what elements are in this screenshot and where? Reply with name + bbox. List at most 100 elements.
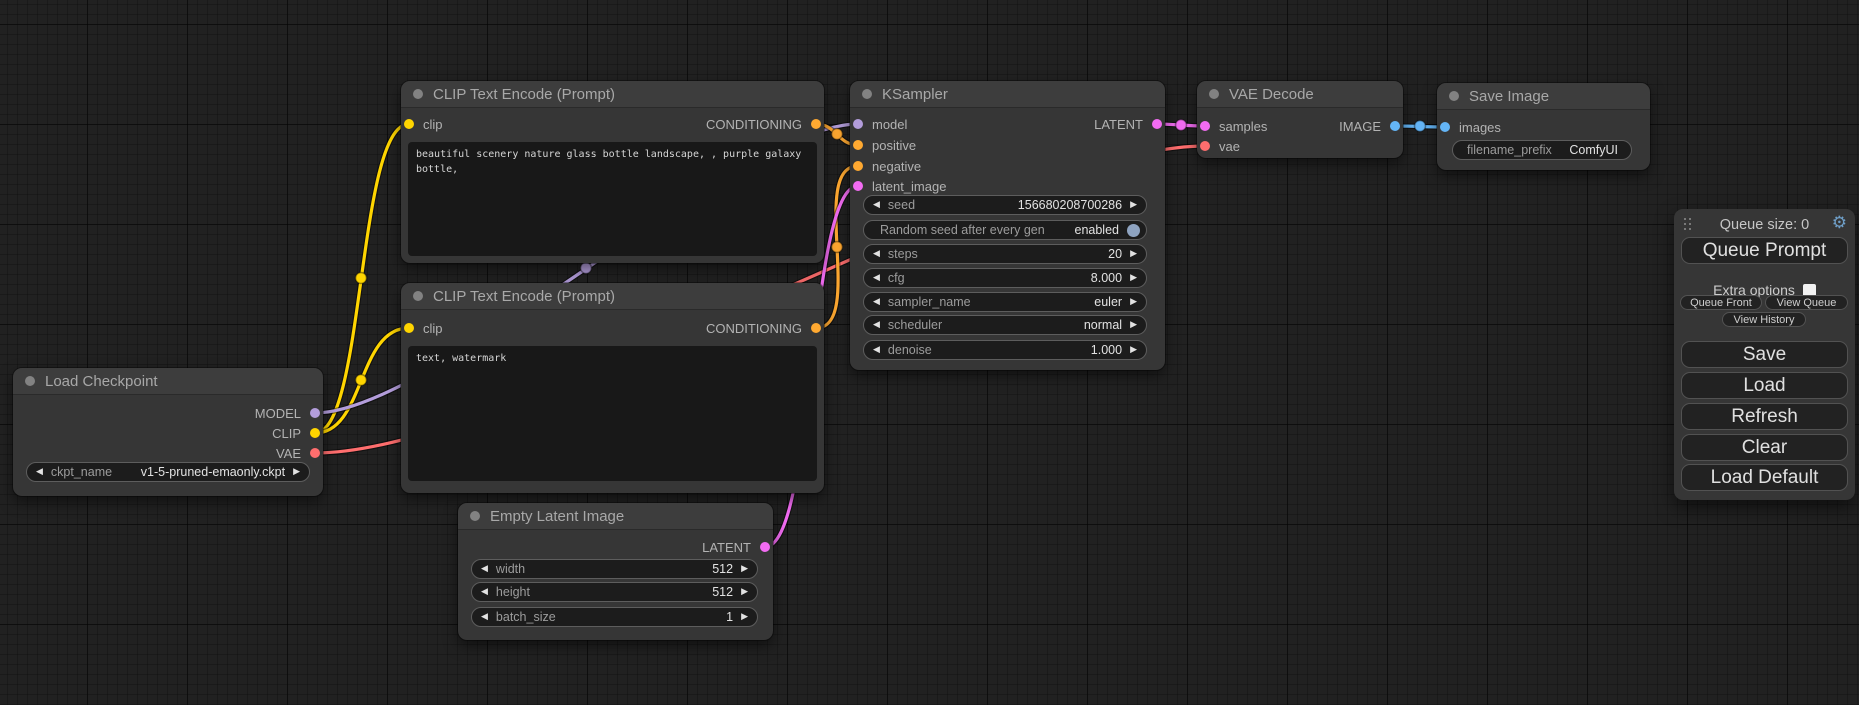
left-arrow-icon[interactable]: ◀ [873,345,880,355]
node-empty-latent-image[interactable]: Empty Latent Image LATENT ◀ width 512 ▶ … [458,503,773,640]
right-arrow-icon[interactable]: ▶ [741,587,748,597]
output-port-clip[interactable]: CLIP [272,425,320,441]
denoise-widget[interactable]: ◀ denoise 1.000 ▶ [863,340,1147,360]
node-title-bar[interactable]: Load Checkpoint [13,368,323,395]
left-arrow-icon[interactable]: ◀ [873,200,880,210]
height-widget[interactable]: ◀ height 512 ▶ [471,582,758,602]
load-button[interactable]: Load [1681,372,1848,399]
prompt-textarea[interactable]: text, watermark [408,346,817,481]
view-queue-button[interactable]: View Queue [1765,295,1848,310]
node-clip-text-encode-negative[interactable]: CLIP Text Encode (Prompt) clip CONDITION… [401,283,824,493]
output-port-vae[interactable]: VAE [276,445,320,461]
sampler-name-widget[interactable]: ◀ sampler_name euler ▶ [863,292,1147,312]
vae-port-icon[interactable] [1200,141,1210,151]
comfyui-canvas[interactable]: { "icons": { "left_arrow": "◀", "right_a… [0,0,1859,705]
toggle-dot-icon[interactable] [1127,224,1140,237]
input-port-clip[interactable]: clip [404,116,443,132]
clip-port-icon[interactable] [404,323,414,333]
right-arrow-icon[interactable]: ▶ [741,612,748,622]
input-port-clip[interactable]: clip [404,320,443,336]
collapse-dot-icon[interactable] [413,89,423,99]
collapse-dot-icon[interactable] [1449,91,1459,101]
right-arrow-icon[interactable]: ▶ [1130,273,1137,283]
input-port-negative[interactable]: negative [853,158,921,174]
output-port-conditioning[interactable]: CONDITIONING [706,116,821,132]
right-arrow-icon[interactable]: ▶ [1130,249,1137,259]
model-port-icon[interactable] [853,119,863,129]
filename-prefix-widget[interactable]: filename_prefix ComfyUI [1452,140,1632,160]
ckpt-name-widget[interactable]: ◀ ckpt_name v1-5-pruned-emaonly.ckpt ▶ [26,462,310,482]
cfg-widget[interactable]: ◀ cfg 8.000 ▶ [863,268,1147,288]
collapse-dot-icon[interactable] [862,89,872,99]
left-arrow-icon[interactable]: ◀ [873,297,880,307]
collapse-dot-icon[interactable] [1209,89,1219,99]
vae-port-icon[interactable] [310,448,320,458]
node-vae-decode[interactable]: VAE Decode samples vae IMAGE [1197,81,1403,158]
conditioning-port-icon[interactable] [853,140,863,150]
seed-widget[interactable]: ◀ seed 156680208700286 ▶ [863,195,1147,215]
collapse-dot-icon[interactable] [470,511,480,521]
input-port-model[interactable]: model [853,116,907,132]
node-title-bar[interactable]: VAE Decode [1197,81,1403,108]
input-port-positive[interactable]: positive [853,137,916,153]
output-port-image[interactable]: IMAGE [1339,118,1400,134]
input-port-images[interactable]: images [1440,119,1501,135]
node-title-bar[interactable]: CLIP Text Encode (Prompt) [401,283,824,310]
right-arrow-icon[interactable]: ▶ [741,564,748,574]
conditioning-port-icon[interactable] [853,161,863,171]
right-arrow-icon[interactable]: ▶ [293,467,300,477]
right-arrow-icon[interactable]: ▶ [1130,200,1137,210]
output-port-latent[interactable]: LATENT [1094,116,1162,132]
left-arrow-icon[interactable]: ◀ [873,320,880,330]
output-port-conditioning[interactable]: CONDITIONING [706,320,821,336]
save-button[interactable]: Save [1681,341,1848,368]
left-arrow-icon[interactable]: ◀ [36,467,43,477]
output-port-latent[interactable]: LATENT [702,539,770,555]
right-arrow-icon[interactable]: ▶ [1130,345,1137,355]
view-history-button[interactable]: View History [1722,312,1806,327]
steps-widget[interactable]: ◀ steps 20 ▶ [863,244,1147,264]
node-clip-text-encode-positive[interactable]: CLIP Text Encode (Prompt) clip CONDITION… [401,81,824,263]
output-port-model[interactable]: MODEL [255,405,320,421]
latent-port-icon[interactable] [1152,119,1162,129]
clear-button[interactable]: Clear [1681,434,1848,461]
batch-size-widget[interactable]: ◀ batch_size 1 ▶ [471,607,758,627]
scheduler-widget[interactable]: ◀ scheduler normal ▶ [863,315,1147,335]
prompt-textarea[interactable]: beautiful scenery nature glass bottle la… [408,142,817,256]
image-port-icon[interactable] [1440,122,1450,132]
left-arrow-icon[interactable]: ◀ [481,587,488,597]
collapse-dot-icon[interactable] [25,376,35,386]
refresh-button[interactable]: Refresh [1681,403,1848,430]
left-arrow-icon[interactable]: ◀ [873,273,880,283]
gear-icon[interactable]: ⚙ [1832,213,1847,233]
right-arrow-icon[interactable]: ▶ [1130,320,1137,330]
conditioning-port-icon[interactable] [811,323,821,333]
node-title-bar[interactable]: Save Image [1437,83,1650,110]
load-default-button[interactable]: Load Default [1681,464,1848,491]
node-ksampler[interactable]: KSampler model positive negative latent_… [850,81,1165,370]
latent-port-icon[interactable] [853,181,863,191]
input-port-latent-image[interactable]: latent_image [853,178,946,194]
width-widget[interactable]: ◀ width 512 ▶ [471,559,758,579]
left-arrow-icon[interactable]: ◀ [481,612,488,622]
random-seed-toggle-widget[interactable]: Random seed after every gen enabled [863,220,1147,240]
node-title-bar[interactable]: CLIP Text Encode (Prompt) [401,81,824,108]
node-load-checkpoint[interactable]: Load Checkpoint MODEL CLIP VAE ◀ ckpt_na… [13,368,323,496]
input-port-vae[interactable]: vae [1200,138,1240,154]
node-title-bar[interactable]: Empty Latent Image [458,503,773,530]
latent-port-icon[interactable] [1200,121,1210,131]
model-port-icon[interactable] [310,408,320,418]
queue-prompt-button[interactable]: Queue Prompt [1681,237,1848,264]
input-port-samples[interactable]: samples [1200,118,1267,134]
queue-front-button[interactable]: Queue Front [1680,295,1762,310]
left-arrow-icon[interactable]: ◀ [481,564,488,574]
clip-port-icon[interactable] [404,119,414,129]
collapse-dot-icon[interactable] [413,291,423,301]
image-port-icon[interactable] [1390,121,1400,131]
conditioning-port-icon[interactable] [811,119,821,129]
right-arrow-icon[interactable]: ▶ [1130,297,1137,307]
node-save-image[interactable]: Save Image images filename_prefix ComfyU… [1437,83,1650,170]
left-arrow-icon[interactable]: ◀ [873,249,880,259]
clip-port-icon[interactable] [310,428,320,438]
latent-port-icon[interactable] [760,542,770,552]
